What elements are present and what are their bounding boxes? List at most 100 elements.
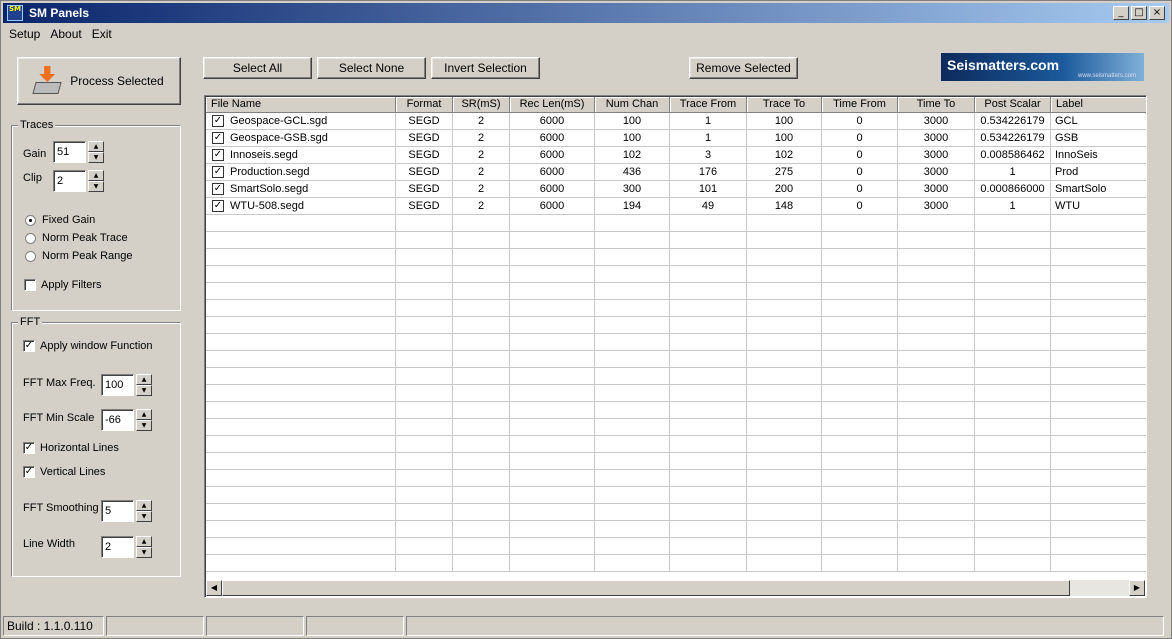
cell-trace-from	[670, 249, 747, 266]
select-none-button[interactable]: Select None	[317, 57, 426, 79]
table-row[interactable]	[206, 317, 1146, 334]
clip-down-button[interactable]: ▼	[88, 181, 104, 192]
fft-min-scale-up-button[interactable]: ▲	[136, 409, 152, 420]
table-row[interactable]	[206, 504, 1146, 521]
row-checkbox[interactable]: ✓	[212, 166, 224, 179]
fft-smoothing-input[interactable]	[101, 500, 134, 522]
table-row[interactable]	[206, 351, 1146, 368]
fft-smoothing-up-button[interactable]: ▲	[136, 500, 152, 511]
table-row[interactable]	[206, 266, 1146, 283]
file-name-text: Geospace-GCL.sgd	[230, 115, 328, 127]
menu-exit[interactable]: Exit	[88, 27, 116, 41]
table-row[interactable]: ✓ Innoseis.segd SEGD 2 6000 102 3 102 0 3000 0.008…	[206, 147, 1146, 164]
line-width-down-button[interactable]: ▼	[136, 547, 152, 558]
table-row[interactable]: ✓ WTU-508.segd SEGD 2 6000 194 49 148 0 3000 1 WTU	[206, 198, 1146, 215]
table-row[interactable]	[206, 453, 1146, 470]
fft-max-freq-down-button[interactable]: ▼	[136, 385, 152, 396]
horizontal-lines-checkbox[interactable]: ✓ Horizontal Lines	[23, 442, 119, 454]
table-row[interactable]: ✓ SmartSolo.segd SEGD 2 6000 300 101 200 0 3000 0.…	[206, 181, 1146, 198]
table-row[interactable]	[206, 249, 1146, 266]
invert-selection-button[interactable]: Invert Selection	[431, 57, 540, 79]
scroll-left-button[interactable]: ◀	[206, 580, 222, 596]
menu-about[interactable]: About	[46, 27, 85, 41]
cell-time-to	[898, 419, 975, 436]
remove-selected-button[interactable]: Remove Selected	[689, 57, 798, 79]
table-row[interactable]	[206, 521, 1146, 538]
table-row[interactable]	[206, 215, 1146, 232]
row-checkbox[interactable]: ✓	[212, 183, 224, 196]
row-checkbox[interactable]: ✓	[212, 200, 224, 213]
cell-trace-from: 49	[670, 198, 747, 215]
line-width-input[interactable]	[101, 536, 134, 558]
row-checkbox[interactable]: ✓	[212, 115, 224, 128]
clip-input[interactable]	[53, 170, 86, 192]
cell-time-from	[822, 504, 898, 521]
fft-max-freq-up-button[interactable]: ▲	[136, 374, 152, 385]
fft-smoothing-down-button[interactable]: ▼	[136, 511, 152, 522]
process-selected-button[interactable]: Process Selected	[17, 57, 181, 105]
column-header-time-to[interactable]: Time To	[898, 97, 975, 113]
table-row[interactable]: ✓ Production.segd SEGD 2 6000 436 176 275 0 3000 1…	[206, 164, 1146, 181]
cell-rec-len	[510, 402, 595, 419]
title-bar[interactable]: SM SM Panels _ □ ×	[3, 3, 1169, 23]
cell-rec-len	[510, 521, 595, 538]
cell-label	[1051, 436, 1146, 453]
apply-window-checkbox[interactable]: ✓ Apply window Function	[23, 340, 153, 352]
scroll-right-button[interactable]: ▶	[1129, 580, 1145, 596]
select-all-button[interactable]: Select All	[203, 57, 312, 79]
table-row[interactable]	[206, 385, 1146, 402]
column-header-post-scalar[interactable]: Post Scalar	[975, 97, 1051, 113]
radio-norm-peak-trace[interactable]: Norm Peak Trace	[25, 232, 128, 244]
table-row[interactable]	[206, 283, 1146, 300]
clip-up-button[interactable]: ▲	[88, 170, 104, 181]
menu-setup[interactable]: Setup	[5, 27, 44, 41]
column-header-trace-from[interactable]: Trace From	[670, 97, 747, 113]
table-row[interactable]	[206, 470, 1146, 487]
file-grid[interactable]: File Name Format SR(mS) Rec Len(mS) Num Chan…	[204, 95, 1147, 598]
fft-min-scale-down-button[interactable]: ▼	[136, 420, 152, 431]
row-checkbox[interactable]: ✓	[212, 149, 224, 162]
cell-trace-to: 275	[747, 164, 822, 181]
apply-filters-label: Apply Filters	[41, 279, 102, 291]
scroll-track[interactable]	[1070, 580, 1129, 596]
line-width-up-button[interactable]: ▲	[136, 536, 152, 547]
minimize-button[interactable]: _	[1113, 6, 1129, 20]
table-row[interactable]: ✓ Geospace-GCL.sgd SEGD 2 6000 100 1 100 0 3000 0.…	[206, 113, 1146, 130]
close-button[interactable]: ×	[1149, 6, 1165, 20]
maximize-button[interactable]: □	[1131, 6, 1147, 20]
table-row[interactable]	[206, 402, 1146, 419]
table-row[interactable]: ✓ Geospace-GSB.sgd SEGD 2 6000 100 1 100 0 3000 0.…	[206, 130, 1146, 147]
apply-filters-box	[24, 279, 36, 291]
apply-filters-checkbox[interactable]: Apply Filters	[24, 279, 102, 291]
column-header-time-from[interactable]: Time From	[822, 97, 898, 113]
column-header-rec-len[interactable]: Rec Len(mS)	[510, 97, 595, 113]
table-row[interactable]	[206, 334, 1146, 351]
row-checkbox[interactable]: ✓	[212, 132, 224, 145]
fft-min-scale-input[interactable]	[101, 409, 134, 431]
gain-down-button[interactable]: ▼	[88, 152, 104, 163]
horizontal-scrollbar[interactable]: ◀ ▶	[206, 580, 1145, 596]
radio-fixed-gain[interactable]: Fixed Gain	[25, 214, 95, 226]
table-row[interactable]	[206, 368, 1146, 385]
scroll-thumb[interactable]	[222, 580, 1070, 596]
column-header-num-chan[interactable]: Num Chan	[595, 97, 670, 113]
fft-max-freq-input[interactable]	[101, 374, 134, 396]
table-row[interactable]	[206, 300, 1146, 317]
cell-file-name	[206, 538, 396, 555]
table-row[interactable]	[206, 538, 1146, 555]
gain-up-button[interactable]: ▲	[88, 141, 104, 152]
radio-norm-peak-range[interactable]: Norm Peak Range	[25, 250, 133, 262]
table-row[interactable]	[206, 436, 1146, 453]
gain-input[interactable]	[53, 141, 86, 163]
table-row[interactable]	[206, 419, 1146, 436]
column-header-trace-to[interactable]: Trace To	[747, 97, 822, 113]
table-row[interactable]	[206, 487, 1146, 504]
vertical-lines-checkbox[interactable]: ✓ Vertical Lines	[23, 466, 105, 478]
column-header-label[interactable]: Label	[1051, 97, 1146, 113]
column-header-format[interactable]: Format	[396, 97, 453, 113]
column-header-sr[interactable]: SR(mS)	[453, 97, 510, 113]
table-row[interactable]	[206, 232, 1146, 249]
cell-num-chan	[595, 402, 670, 419]
table-row[interactable]	[206, 555, 1146, 572]
column-header-file-name[interactable]: File Name	[206, 97, 396, 113]
